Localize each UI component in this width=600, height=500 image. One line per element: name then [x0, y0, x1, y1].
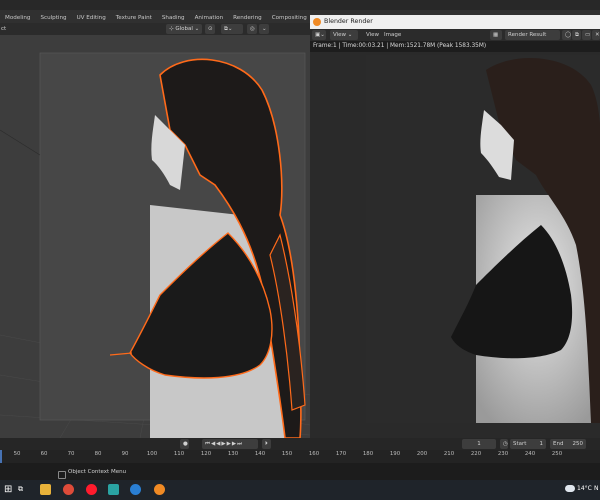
close-image-icon[interactable]: ✕ [592, 30, 600, 40]
preview-range-icon[interactable]: ◷ [500, 439, 508, 449]
window-top-strip [0, 0, 600, 10]
task-view-icon[interactable]: ⧉ [18, 484, 29, 495]
c-app-icon[interactable] [130, 484, 141, 495]
timeline-controls: ● ⏮◀◀▶▶▶⏭ ⏵ 1 ◷ Start 1 End 250 [0, 438, 600, 450]
end-frame-field[interactable]: End 250 [550, 439, 586, 449]
timeline-tick-label: 220 [470, 451, 482, 457]
proportional-edit-icon[interactable]: ◎ [247, 24, 257, 34]
record-icon[interactable]: ● [180, 439, 189, 449]
timeline-tick-label: 100 [146, 451, 158, 457]
viewport-header-label: ct [1, 26, 7, 32]
timeline-tick-label: 190 [389, 451, 401, 457]
timeline-tick-label: 120 [200, 451, 212, 457]
pivot-icon[interactable]: ⊙ [205, 24, 215, 34]
menu-image[interactable]: Image [384, 30, 401, 40]
start-value: 1 [539, 441, 544, 447]
timeline-tick-label: 170 [335, 451, 347, 457]
3d-viewport[interactable] [0, 35, 310, 438]
media-app-icon[interactable] [108, 484, 119, 495]
end-value: 250 [572, 441, 584, 447]
timeline-tick-label: 210 [443, 451, 455, 457]
transform-orientation-dropdown[interactable]: ⊹ Global ⌄ [166, 24, 202, 34]
end-label: End [553, 441, 564, 447]
start-icon[interactable]: ⊞ [4, 484, 15, 495]
render-result-field[interactable]: Render Result [505, 30, 560, 40]
current-frame-field[interactable]: 1 [462, 439, 496, 449]
new-image-icon[interactable]: ⧉ [572, 30, 581, 40]
timeline-tick-label: 110 [173, 451, 185, 457]
playback-controls[interactable]: ⏮◀◀▶▶▶⏭ [202, 439, 258, 449]
render-window-title: Blender Render [324, 18, 373, 25]
open-image-icon[interactable]: ▭ [582, 30, 591, 40]
snap-toggle[interactable]: ⧉⌄ [221, 24, 243, 34]
blender-taskbar-icon[interactable] [154, 484, 165, 495]
image-browse-icon[interactable]: ▦ [490, 30, 502, 40]
playhead[interactable] [0, 450, 2, 463]
chevron-down-icon: ⌄ [192, 26, 200, 32]
timeline-tick-label: 240 [524, 451, 536, 457]
timeline-tick-label: 70 [67, 451, 75, 457]
mouse-icon [58, 471, 66, 479]
view-mode-dropdown[interactable]: View ⌄ [330, 30, 358, 40]
start-frame-field[interactable]: Start 1 [510, 439, 546, 449]
timeline-ruler[interactable]: 50 60 70 80 90 100 110 120 130 140 150 160 170 180 190… [0, 450, 600, 463]
timeline-tick-label: 140 [254, 451, 266, 457]
orientation-label: Global [175, 26, 193, 32]
chrome-icon[interactable] [63, 484, 74, 495]
windows-taskbar: ⊞ ⧉ 14°C N [0, 480, 600, 500]
timeline-tick-label: 60 [40, 451, 48, 457]
timeline-tick-label: 180 [362, 451, 374, 457]
timeline-tick-label: 150 [281, 451, 293, 457]
render-frame-info: Frame:1 | Time:00:03.21 | Mem:1521.78M (… [313, 43, 487, 49]
render-window-menubar: ▣⌄ View ⌄ View Image ▦ Render Result ◯ ⧉… [310, 29, 600, 41]
timeline-tick-label: 230 [497, 451, 509, 457]
status-bar: Object Context Menu [0, 463, 600, 480]
view-mode-label: View [333, 32, 347, 38]
timeline-tick-label: 160 [308, 451, 320, 457]
timeline-tick-label: 200 [416, 451, 428, 457]
timeline-tick-label: 130 [227, 451, 239, 457]
editor-type-dropdown[interactable]: ▣⌄ [312, 30, 326, 40]
start-label: Start [513, 441, 527, 447]
timeline-tick-label: 250 [551, 451, 563, 457]
timeline-tick-label: 50 [13, 451, 21, 457]
weather-temp[interactable]: 14°C [577, 485, 592, 492]
camera-line [0, 129, 41, 156]
falloff-icon[interactable]: ⌄ [259, 24, 269, 34]
keyframe-icon[interactable]: ⏵ [262, 439, 271, 449]
timeline-tick-label: 90 [121, 451, 129, 457]
file-explorer-icon[interactable] [40, 484, 51, 495]
opera-icon[interactable] [86, 484, 97, 495]
render-image [451, 58, 600, 423]
context-menu-hint: Object Context Menu [68, 469, 127, 475]
viewport-scene [0, 52, 310, 438]
timeline-tick-label: 80 [94, 451, 102, 457]
render-window-titlebar: Blender Render [310, 15, 600, 29]
menu-view[interactable]: View [366, 30, 379, 40]
render-result-image [366, 55, 600, 423]
blender-logo-icon [313, 18, 321, 26]
weather-trail: N [594, 485, 599, 492]
fake-user-icon[interactable]: ◯ [562, 30, 571, 40]
cloud-icon [565, 485, 575, 492]
